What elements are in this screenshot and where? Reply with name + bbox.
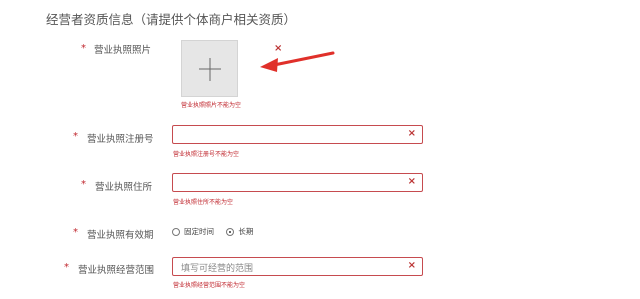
radio-fixed-time[interactable]	[172, 227, 180, 236]
reg-number-label: 营业执照注册号	[87, 134, 154, 145]
license-photo-label: 营业执照照片	[94, 45, 152, 56]
reg-number-input[interactable]: ×	[172, 125, 423, 144]
scope-input[interactable]: 填写可经营的范围 ×	[172, 257, 423, 276]
scope-label: 营业执照经营范围	[78, 265, 155, 276]
scope-placeholder: 填写可经营的范围	[181, 264, 254, 274]
radio-long-term[interactable]	[226, 227, 235, 236]
address-input[interactable]: ×	[172, 173, 423, 192]
license-photo-upload[interactable]	[181, 40, 238, 97]
required-mark: *	[81, 179, 86, 190]
address-label: 营业执照住所	[95, 182, 153, 193]
radio-long-term-label[interactable]: 长期	[238, 227, 253, 236]
radio-fixed-time-label[interactable]: 固定时间	[184, 227, 214, 236]
pointer-arrow-icon	[260, 51, 335, 72]
validity-options: 固定时间 长期	[172, 226, 263, 237]
required-mark: *	[73, 227, 78, 238]
license-photo-error: 营业执照照片不能为空	[181, 102, 242, 109]
scope-error: 营业执照经营范围不能为空	[173, 282, 246, 289]
address-error: 营业执照住所不能为空	[173, 199, 234, 206]
clear-icon[interactable]: ×	[408, 128, 416, 139]
validity-label: 营业执照有效期	[87, 230, 154, 241]
section-title: 经营者资质信息（请提供个体商户相关资质）	[46, 12, 297, 27]
required-mark: *	[81, 43, 86, 54]
clear-icon[interactable]: ×	[408, 176, 416, 187]
clear-icon[interactable]: ×	[408, 260, 416, 271]
required-mark: *	[64, 262, 69, 273]
reg-number-error: 营业执照注册号不能为空	[173, 151, 240, 158]
required-mark: *	[73, 131, 78, 142]
plus-icon	[199, 58, 221, 81]
